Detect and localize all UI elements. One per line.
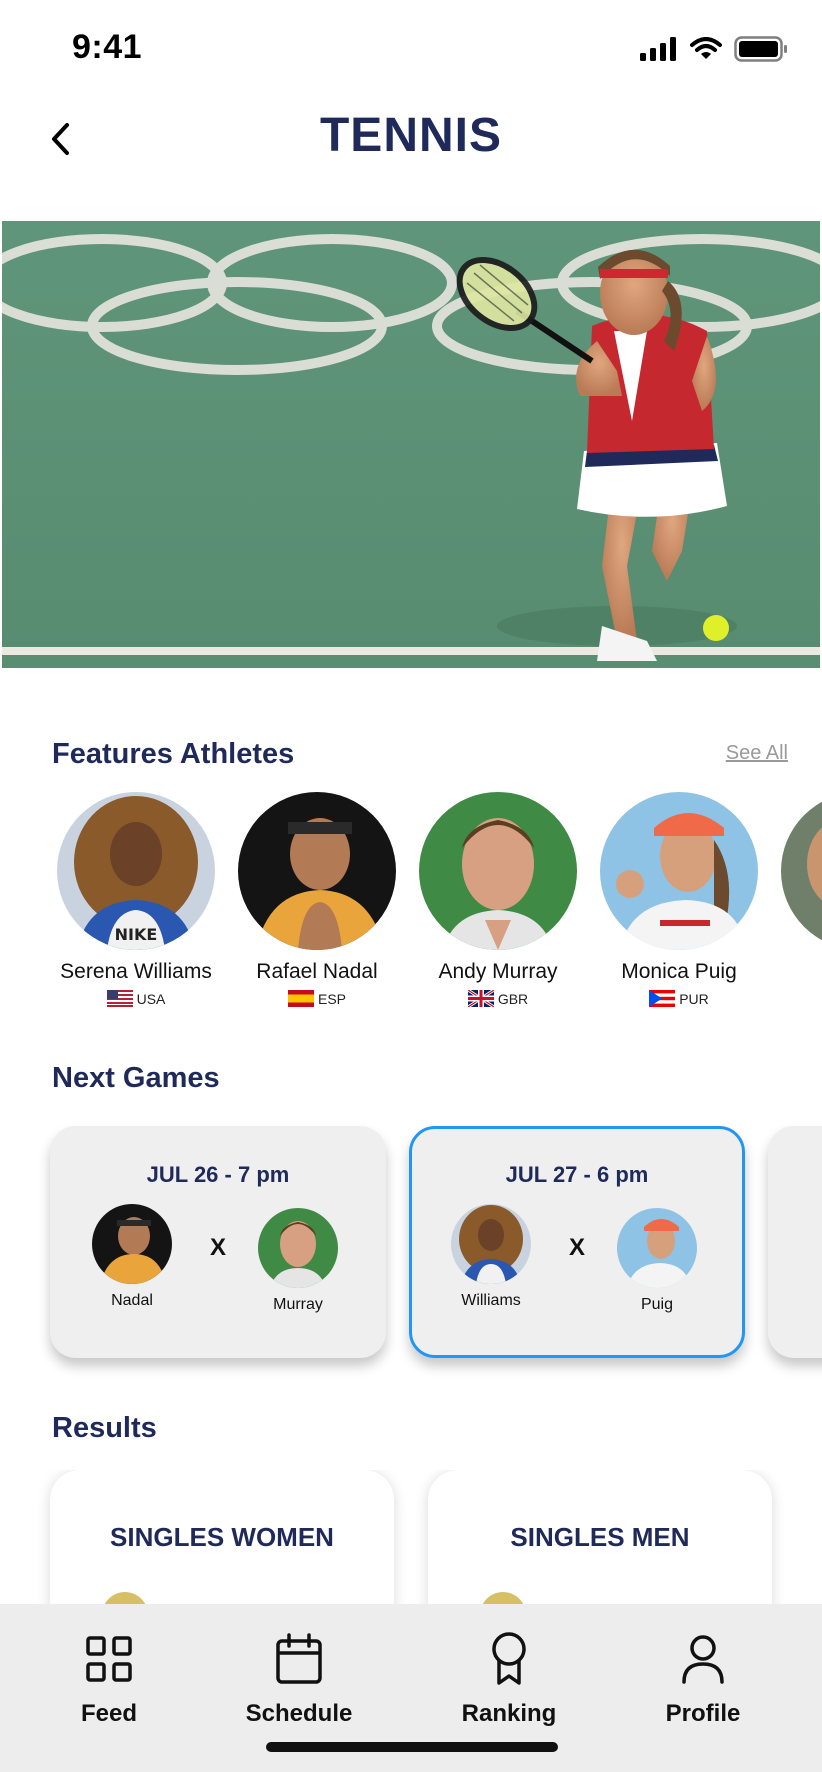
status-icons	[640, 36, 788, 62]
signal-icon	[640, 37, 676, 61]
athlete-photo	[600, 792, 758, 950]
tab-label: Ranking	[461, 1700, 557, 1727]
result-card-title: SINGLES MEN	[510, 1522, 690, 1552]
athlete-photo	[781, 792, 822, 950]
tab-label: Feed	[80, 1700, 137, 1727]
athlete-name: Rafael Nadal	[256, 960, 378, 983]
country-code: GBR	[497, 990, 529, 1007]
player-right: Puig	[602, 1208, 712, 1314]
country-code: USA	[136, 990, 166, 1007]
player-avatar	[617, 1208, 697, 1288]
featured-athletes-title: Features Athletes	[52, 738, 295, 770]
athlete-name: M	[770, 960, 822, 984]
hero-image	[2, 221, 820, 668]
tab-feed[interactable]: Feed	[24, 1630, 194, 1728]
athlete-avatar	[600, 792, 758, 950]
athlete-country: PUR	[589, 990, 769, 1007]
uk-flag-icon	[467, 990, 494, 1007]
country-code: PUR	[679, 990, 709, 1007]
athlete-card-serena-williams[interactable]: NIKE Serena Williams USA	[46, 792, 226, 1007]
athlete-country: GBR	[408, 990, 588, 1007]
status-bar: 9:41	[0, 0, 822, 100]
athlete-avatar	[238, 792, 396, 950]
tab-ranking[interactable]: Ranking	[424, 1630, 594, 1728]
player-name: Williams	[461, 1292, 521, 1309]
tab-label: Schedule	[245, 1700, 353, 1727]
player-name: Nadal	[111, 1292, 153, 1309]
game-date: JUL 27 - 6 pm	[505, 1162, 649, 1187]
athlete-card-partial[interactable]: M	[770, 792, 822, 984]
athlete-name: Serena Williams	[60, 960, 212, 983]
tennis-court-illustration	[2, 221, 820, 668]
usa-flag-icon	[106, 990, 133, 1007]
nav-header: TENNIS	[0, 100, 822, 220]
game-date: JUL 26 - 7 pm	[146, 1162, 290, 1187]
wifi-icon	[690, 37, 722, 59]
player-name: Puig	[640, 1296, 674, 1313]
athlete-photo	[419, 792, 577, 950]
result-card-singles-men[interactable]: SINGLES MEN	[428, 1470, 772, 1610]
athlete-country: ESP	[227, 990, 407, 1007]
tab-schedule[interactable]: Schedule	[214, 1630, 384, 1728]
results-title: Results	[52, 1412, 157, 1444]
medal-icon	[492, 1632, 526, 1685]
results-carousel[interactable]: SINGLES WOMEN SINGLES MEN	[0, 1470, 822, 1610]
athletes-carousel[interactable]: NIKE Serena Williams USA Rafael Nadal ES…	[0, 792, 822, 1012]
athlete-avatar	[781, 792, 822, 950]
status-time: 9:41	[72, 28, 143, 66]
player-right: Murray	[243, 1208, 353, 1314]
player-name: Murray	[273, 1296, 323, 1313]
spain-flag-icon	[287, 990, 314, 1007]
next-games-title: Next Games	[52, 1062, 220, 1094]
game-card-partial[interactable]	[768, 1126, 822, 1358]
result-card-singles-women[interactable]: SINGLES WOMEN	[50, 1470, 394, 1610]
game-card-selected[interactable]: JUL 27 - 6 pm Williams X Puig	[409, 1126, 745, 1358]
tab-profile[interactable]: Profile	[618, 1630, 788, 1728]
athlete-photo: NIKE	[57, 792, 215, 950]
athlete-avatar	[419, 792, 577, 950]
athlete-avatar: NIKE	[57, 792, 215, 950]
athlete-country: USA	[46, 990, 226, 1007]
see-all-link[interactable]: See All	[726, 742, 788, 765]
athlete-photo	[238, 792, 396, 950]
next-games-carousel[interactable]: JUL 26 - 7 pm Nadal X Murray JUL 27 - 6 …	[0, 1120, 822, 1380]
battery-icon	[734, 36, 787, 62]
home-indicator[interactable]	[266, 1742, 558, 1752]
calendar-icon	[276, 1633, 322, 1684]
country-code: ESP	[317, 990, 346, 1007]
grid-icon	[86, 1636, 132, 1682]
player-photo	[617, 1208, 697, 1288]
game-card[interactable]: JUL 26 - 7 pm Nadal X Murray	[50, 1126, 386, 1358]
result-card-title: SINGLES WOMEN	[110, 1522, 334, 1552]
puerto-rico-flag-icon	[649, 990, 676, 1007]
page-title: TENNIS	[319, 109, 502, 162]
athlete-card-monica-puig[interactable]: Monica Puig PUR	[589, 792, 769, 1007]
athlete-name: Andy Murray	[438, 960, 558, 983]
user-icon	[682, 1635, 724, 1684]
athlete-card-andy-murray[interactable]: Andy Murray GBR	[408, 792, 588, 1007]
player-avatar	[258, 1208, 338, 1288]
athlete-name: Monica Puig	[621, 960, 737, 983]
player-photo	[258, 1208, 338, 1288]
athlete-card-rafael-nadal[interactable]: Rafael Nadal ESP	[227, 792, 407, 1007]
svg-text:NIKE: NIKE	[115, 925, 158, 944]
tab-label: Profile	[665, 1700, 741, 1727]
